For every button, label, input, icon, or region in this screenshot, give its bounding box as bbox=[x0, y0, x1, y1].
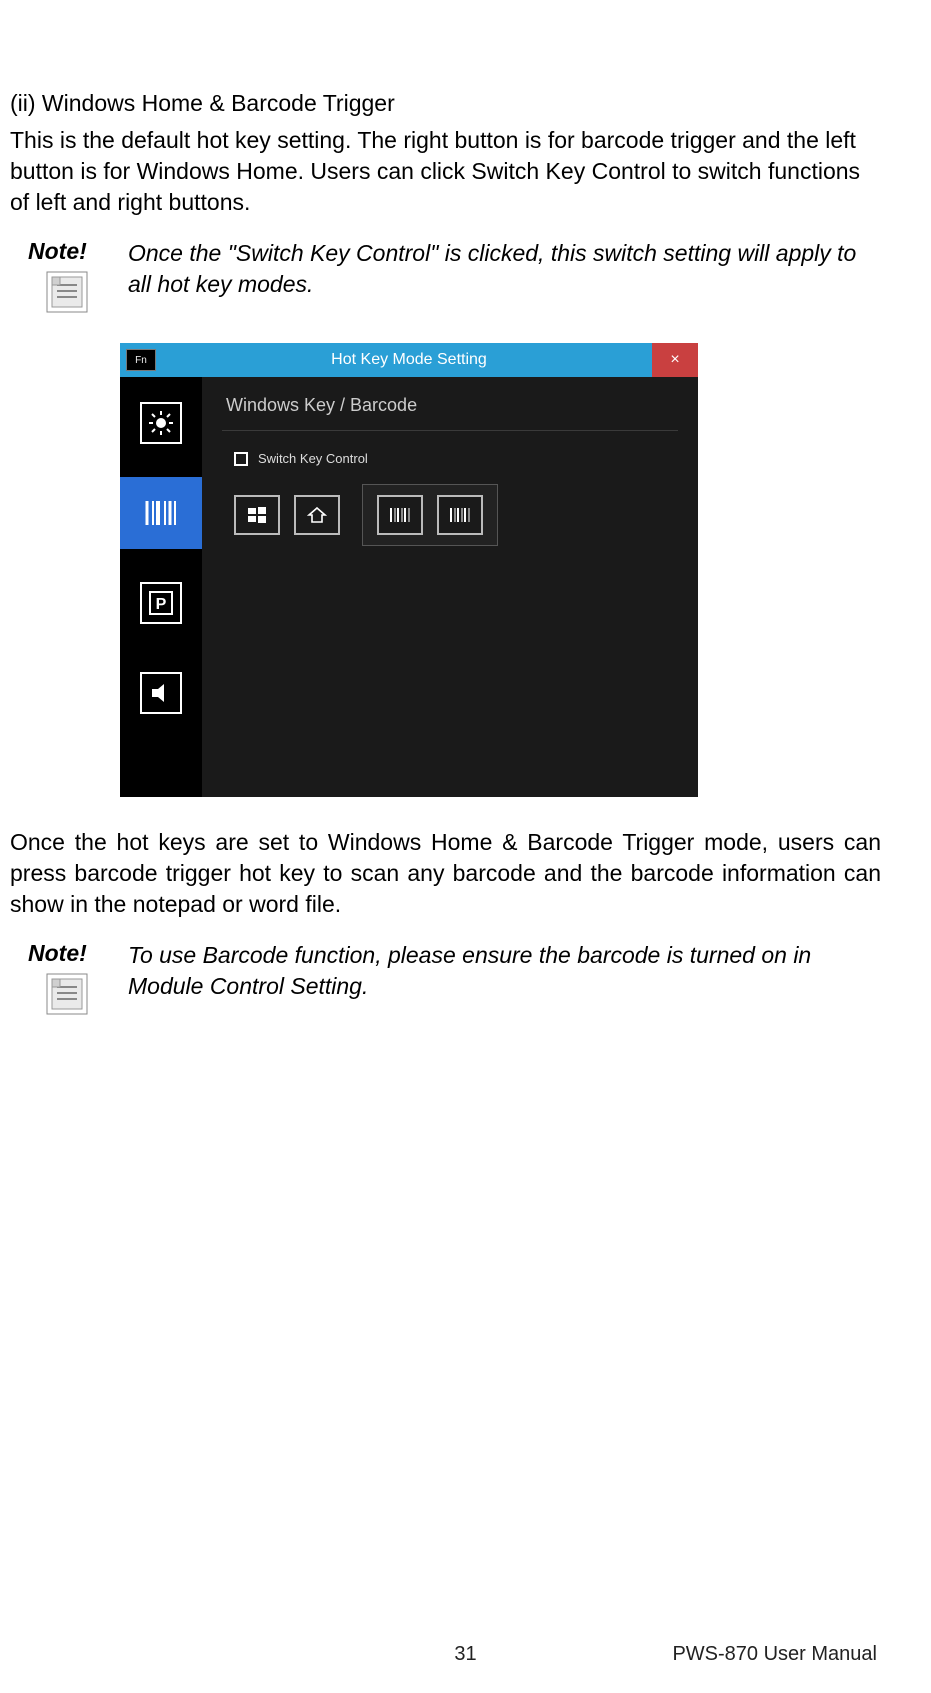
key-group-left bbox=[234, 485, 340, 545]
note-document-icon bbox=[46, 973, 88, 1015]
note-label: Note! bbox=[28, 238, 87, 265]
document-title: PWS-870 User Manual bbox=[672, 1643, 877, 1666]
section-heading: (ii) Windows Home & Barcode Trigger bbox=[10, 90, 881, 117]
switch-key-label: Switch Key Control bbox=[258, 451, 368, 466]
svg-text:P: P bbox=[156, 596, 167, 613]
sidebar-item-brightness[interactable] bbox=[120, 387, 202, 459]
key-assignment-row bbox=[234, 484, 678, 546]
barcode-icon bbox=[136, 488, 186, 538]
note-text: To use Barcode function, please ensure t… bbox=[128, 940, 881, 1015]
content-header: Windows Key / Barcode bbox=[222, 387, 678, 431]
app-screenshot: Fn Hot Key Mode Setting × bbox=[120, 343, 881, 797]
barcode-small-icon bbox=[388, 505, 412, 525]
fn-badge-icon: Fn bbox=[126, 349, 156, 371]
barcode-small-icon bbox=[448, 505, 472, 525]
sidebar-item-parking[interactable]: P bbox=[120, 567, 202, 639]
window-title: Hot Key Mode Setting bbox=[120, 351, 698, 369]
note-block-2: Note! To use Barcode function, please en… bbox=[28, 940, 881, 1015]
titlebar: Fn Hot Key Mode Setting × bbox=[120, 343, 698, 377]
parking-icon: P bbox=[140, 582, 182, 624]
key-home[interactable] bbox=[294, 495, 340, 535]
close-button[interactable]: × bbox=[652, 343, 698, 377]
intro-paragraph: This is the default hot key setting. The… bbox=[10, 125, 881, 218]
note-document-icon bbox=[46, 271, 88, 313]
sidebar-item-volume[interactable] bbox=[120, 657, 202, 729]
note-block-1: Note! Once the "Switch Key Control" is c… bbox=[28, 238, 881, 313]
note-text: Once the "Switch Key Control" is clicked… bbox=[128, 238, 881, 313]
brightness-icon bbox=[140, 402, 182, 444]
home-icon bbox=[307, 505, 327, 525]
content-panel: Windows Key / Barcode Switch Key Control bbox=[202, 377, 698, 797]
volume-icon bbox=[140, 672, 182, 714]
sidebar: P bbox=[120, 377, 202, 797]
key-windows[interactable] bbox=[234, 495, 280, 535]
switch-key-control-row[interactable]: Switch Key Control bbox=[234, 451, 678, 466]
key-barcode-1[interactable] bbox=[377, 495, 423, 535]
key-group-right bbox=[362, 484, 498, 546]
windows-icon bbox=[247, 505, 267, 525]
sidebar-item-barcode[interactable] bbox=[120, 477, 202, 549]
outro-paragraph: Once the hot keys are set to Windows Hom… bbox=[10, 827, 881, 920]
key-barcode-2[interactable] bbox=[437, 495, 483, 535]
note-label: Note! bbox=[28, 940, 87, 967]
switch-key-checkbox[interactable] bbox=[234, 452, 248, 466]
